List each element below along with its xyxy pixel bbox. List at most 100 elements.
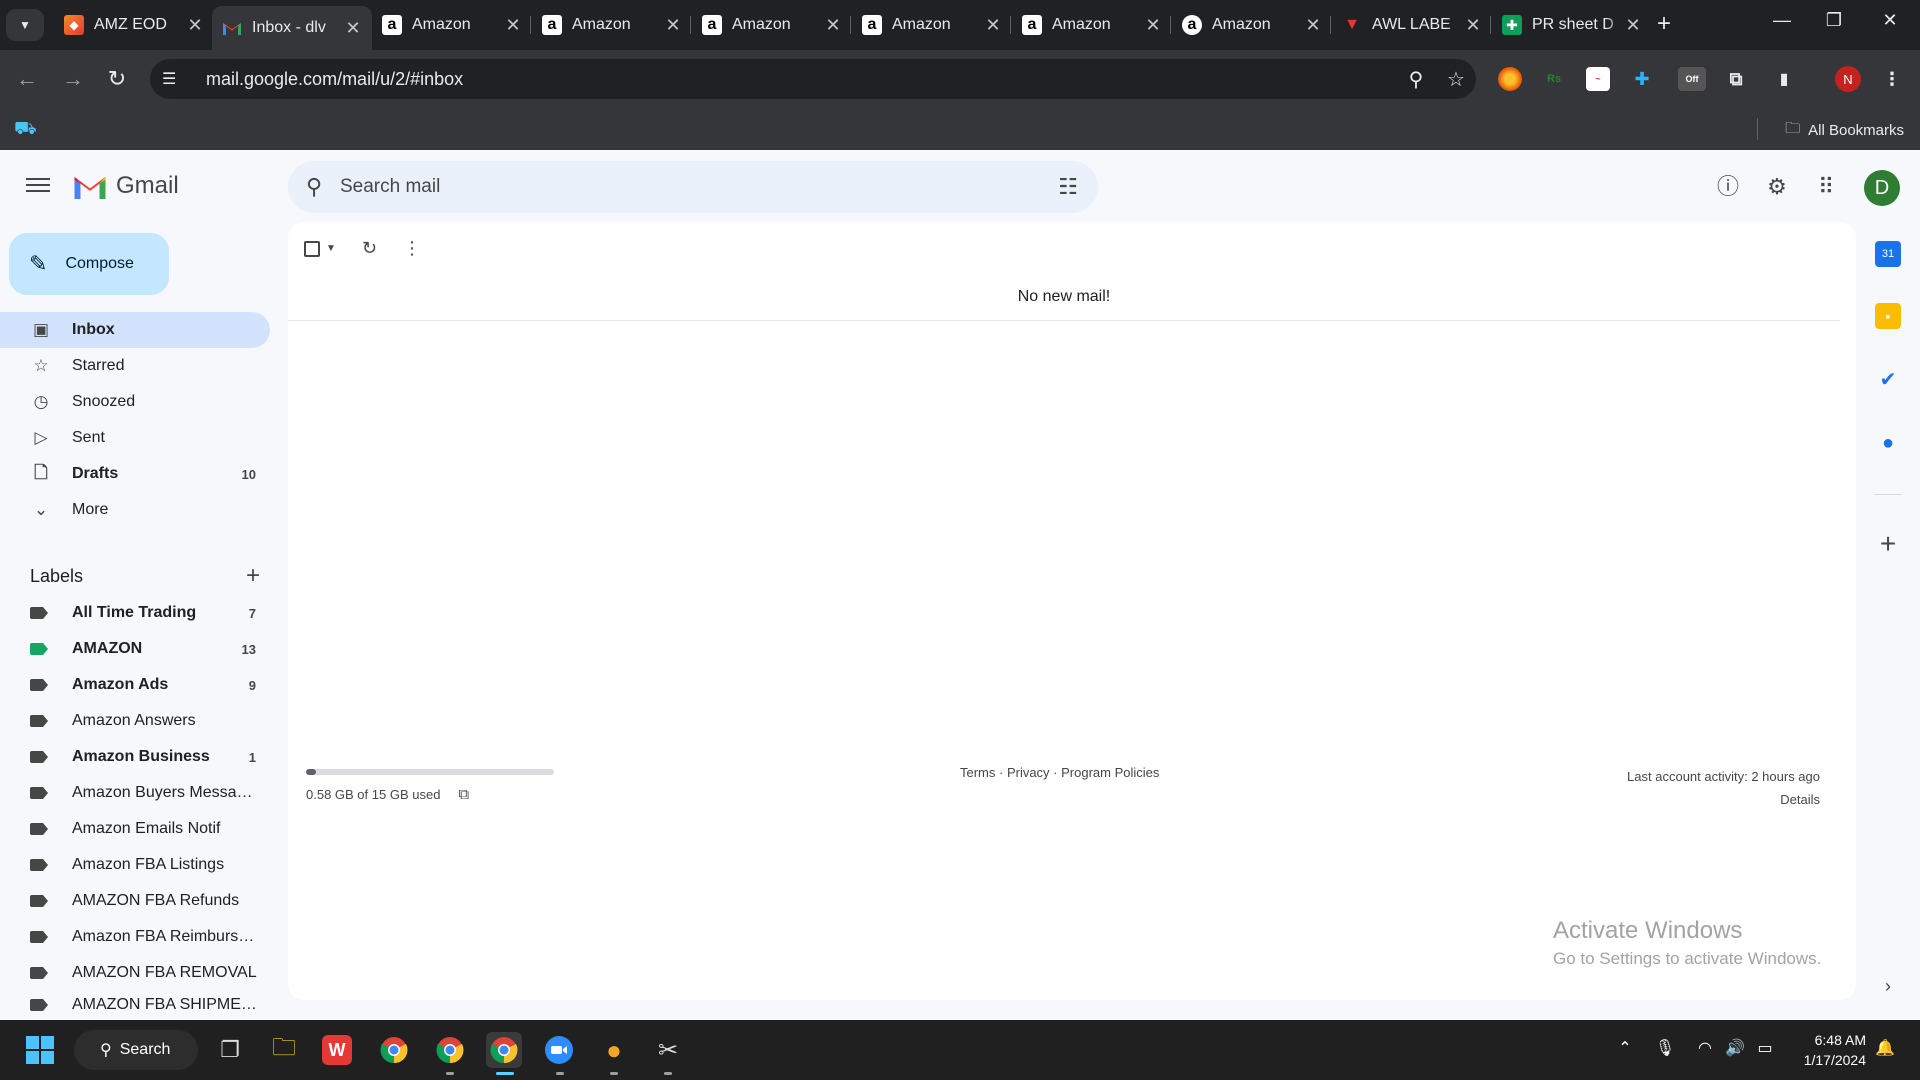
microphone-icon[interactable]: 🎙: [1652, 1038, 1678, 1058]
bookmark-star-icon[interactable]: ☆: [1436, 67, 1476, 92]
close-icon[interactable]: ✕: [824, 15, 842, 36]
tab-5[interactable]: a Amazon ✕: [852, 8, 1012, 42]
close-icon[interactable]: ✕: [1144, 15, 1162, 36]
label-item[interactable]: All Time Trading 7: [0, 595, 270, 631]
chrome-profile-icon[interactable]: [432, 1032, 468, 1068]
close-window-button[interactable]: ✕: [1870, 10, 1910, 31]
details-link[interactable]: Details: [1627, 788, 1820, 811]
google-apps-icon[interactable]: ⠿: [1813, 174, 1839, 200]
notification-bell-icon[interactable]: 🔔: [1872, 1038, 1898, 1058]
account-avatar[interactable]: D: [1864, 170, 1900, 206]
settings-gear-icon[interactable]: ⚙: [1764, 174, 1790, 200]
label-item[interactable]: Amazon Answers: [0, 703, 270, 739]
compose-button[interactable]: ✎ Compose: [9, 233, 169, 295]
close-icon[interactable]: ✕: [1624, 15, 1642, 36]
gmail-logo[interactable]: Gmail: [72, 172, 179, 200]
select-dropdown-icon[interactable]: ▼: [326, 243, 336, 254]
tab-7[interactable]: a Amazon ✕: [1172, 8, 1332, 42]
extension-off-icon[interactable]: Off: [1678, 67, 1706, 91]
tab-6[interactable]: a Amazon ✕: [1012, 8, 1172, 42]
url-text[interactable]: mail.google.com/mail/u/2/#inbox: [206, 69, 1396, 90]
all-bookmarks-button[interactable]: 🗀 All Bookmarks: [1785, 118, 1904, 143]
label-item[interactable]: AMAZON FBA REMOVAL: [0, 955, 270, 991]
wps-office-icon[interactable]: W: [322, 1035, 352, 1065]
search-options-icon[interactable]: ☷: [1038, 174, 1098, 200]
help-icon[interactable]: ⓘ: [1715, 174, 1741, 200]
extension-rs-icon[interactable]: Rs: [1542, 67, 1566, 91]
extension-circle-icon[interactable]: [1498, 67, 1522, 91]
label-item[interactable]: AMAZON 13: [0, 631, 270, 667]
taskbar-search[interactable]: ⚲ Search: [74, 1030, 198, 1070]
keep-icon[interactable]: ▪: [1875, 303, 1901, 329]
forward-button[interactable]: →: [58, 64, 88, 94]
refresh-icon[interactable]: ↻: [362, 238, 377, 259]
restore-button[interactable]: ❐: [1814, 10, 1854, 31]
footer-links[interactable]: Terms · Privacy · Program Policies: [960, 765, 1159, 780]
browser-profile-avatar[interactable]: N: [1835, 66, 1861, 92]
tab-1[interactable]: Inbox - dlv ✕: [212, 6, 372, 50]
nav-drafts[interactable]: 🗋 Drafts 10: [0, 456, 270, 492]
nav-inbox[interactable]: ▣ Inbox: [0, 312, 270, 348]
label-item[interactable]: Amazon FBA Listings: [0, 847, 270, 883]
add-label-icon[interactable]: +: [246, 562, 260, 590]
taskbar-clock[interactable]: 6:48 AM 1/17/2024: [1790, 1030, 1866, 1070]
label-item[interactable]: AMAZON FBA Refunds: [0, 883, 270, 919]
more-options-icon[interactable]: ⋮: [403, 238, 421, 259]
extensions-icon[interactable]: ⧉: [1724, 67, 1748, 91]
new-tab-button[interactable]: +: [1651, 12, 1677, 38]
file-explorer-icon[interactable]: 🗀: [266, 1032, 302, 1068]
close-icon[interactable]: ✕: [984, 15, 1002, 36]
contacts-icon[interactable]: ●: [1875, 430, 1901, 456]
chrome-icon[interactable]: [376, 1032, 412, 1068]
wifi-icon[interactable]: ◠: [1692, 1038, 1718, 1058]
search-mail-bar[interactable]: ⚲ Search mail ☷: [288, 161, 1098, 213]
main-menu-icon[interactable]: [26, 174, 50, 198]
bookmark-cart-icon[interactable]: ⛟: [14, 118, 37, 142]
windows-start-icon[interactable]: [22, 1032, 58, 1068]
label-item[interactable]: Amazon FBA Reimburse...: [0, 919, 270, 955]
tab-9[interactable]: ✚ PR sheet D ✕: [1492, 8, 1652, 42]
reload-button[interactable]: ↻: [102, 64, 132, 94]
extension-puzzle-blue-icon[interactable]: ✚: [1630, 67, 1654, 91]
app-circle-icon[interactable]: ●: [596, 1032, 632, 1068]
back-button[interactable]: ←: [12, 64, 42, 94]
label-item[interactable]: AMAZON FBA SHIPMEN...: [0, 991, 270, 1019]
address-bar[interactable]: ☰ mail.google.com/mail/u/2/#inbox ⚲ ☆: [150, 59, 1476, 99]
nav-more[interactable]: ⌄ More: [0, 492, 270, 528]
zoom-icon[interactable]: [541, 1032, 577, 1068]
site-info-icon[interactable]: ☰: [162, 69, 186, 89]
chevron-right-icon[interactable]: ›: [1874, 976, 1902, 997]
side-panel-icon[interactable]: ▮: [1772, 67, 1796, 91]
open-in-new-icon[interactable]: ⧉: [458, 786, 469, 803]
tasks-icon[interactable]: ✔: [1875, 366, 1901, 392]
volume-icon[interactable]: 🔊: [1722, 1038, 1748, 1058]
tab-8[interactable]: ▼ AWL LABE ✕: [1332, 8, 1492, 42]
label-item[interactable]: Amazon Buyers Messag...: [0, 775, 270, 811]
tab-3[interactable]: a Amazon ✕: [532, 8, 692, 42]
task-view-icon[interactable]: ❐: [212, 1032, 248, 1068]
zoom-icon[interactable]: ⚲: [1396, 67, 1436, 92]
search-input[interactable]: Search mail: [340, 176, 1038, 198]
nav-sent[interactable]: ▷ Sent: [0, 420, 270, 456]
close-icon[interactable]: ✕: [344, 18, 362, 39]
show-hidden-icons[interactable]: ⌃: [1612, 1038, 1638, 1058]
chrome-active-icon[interactable]: [486, 1032, 522, 1068]
search-icon[interactable]: ⚲: [288, 174, 340, 200]
select-all-checkbox[interactable]: [304, 240, 320, 257]
close-icon[interactable]: ✕: [664, 15, 682, 36]
battery-icon[interactable]: ▭: [1752, 1038, 1778, 1058]
tab-search-button[interactable]: ▼: [6, 9, 44, 41]
nav-starred[interactable]: ☆ Starred: [0, 348, 270, 384]
extension-stamp-icon[interactable]: ~: [1586, 67, 1610, 91]
tab-2[interactable]: a Amazon ✕: [372, 8, 532, 42]
get-addons-icon[interactable]: +: [1874, 528, 1902, 560]
close-icon[interactable]: ✕: [1304, 15, 1322, 36]
browser-menu-icon[interactable]: ⋮: [1880, 67, 1904, 91]
snipping-tool-icon[interactable]: ✂: [650, 1032, 686, 1068]
label-item[interactable]: Amazon Business 1: [0, 739, 270, 775]
tab-4[interactable]: a Amazon ✕: [692, 8, 852, 42]
minimize-button[interactable]: —: [1762, 10, 1802, 31]
tab-0[interactable]: ◆ AMZ EOD ✕: [54, 8, 214, 42]
nav-snoozed[interactable]: ◷ Snoozed: [0, 384, 270, 420]
close-icon[interactable]: ✕: [186, 15, 204, 36]
